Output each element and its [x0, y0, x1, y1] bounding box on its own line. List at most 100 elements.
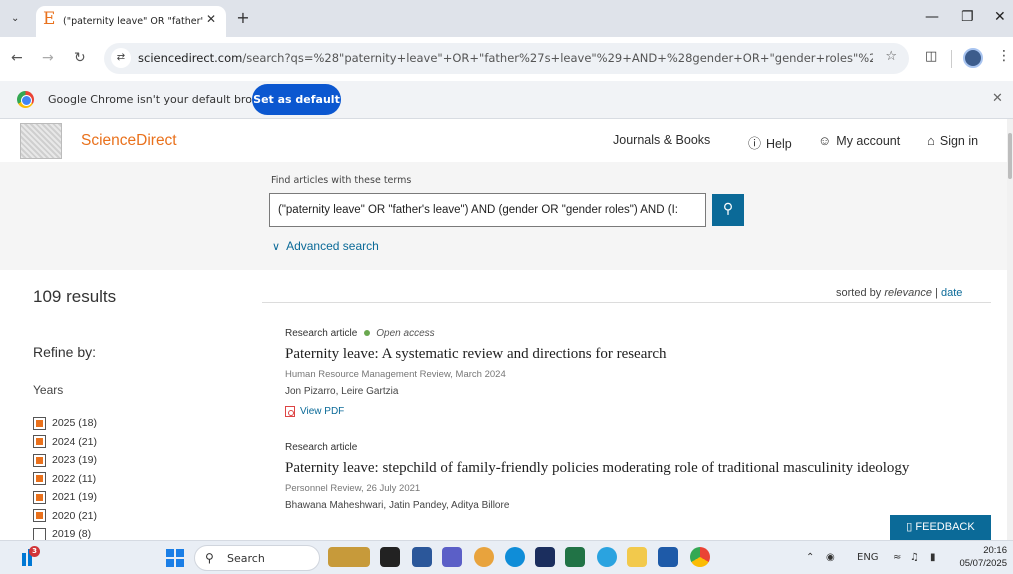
year-filter-2024[interactable]: 2024 (21) [33, 433, 97, 452]
search-button[interactable]: ⚲ [712, 194, 744, 226]
year-filter-2021[interactable]: 2021 (19) [33, 488, 97, 507]
edge-icon[interactable] [505, 547, 525, 567]
forward-arrow-icon[interactable]: → [42, 50, 54, 66]
windows-start-icon[interactable] [166, 549, 184, 567]
open-access-dot-icon [364, 330, 371, 336]
toolbar-divider [951, 50, 952, 68]
back-arrow-icon[interactable]: ← [11, 50, 23, 66]
word-icon[interactable] [412, 547, 432, 567]
scrollbar-thumb[interactable] [1008, 133, 1012, 179]
language-indicator[interactable]: ENG [857, 552, 879, 563]
help-link[interactable]: ⓘ Help [748, 133, 792, 152]
site-info-icon[interactable]: ⇄ [111, 48, 131, 68]
tab-close-icon[interactable]: ✕ [206, 12, 216, 26]
search-input[interactable]: ("paternity leave" OR "father's leave") … [269, 193, 706, 227]
checkbox[interactable] [33, 435, 46, 449]
clock-date: 05/07/2025 [959, 558, 1007, 569]
minimize-icon[interactable]: — [925, 9, 939, 25]
default-browser-infobar: Google Chrome isn't your default browser… [0, 81, 1013, 119]
year-filter-2019[interactable]: 2019 (8) [33, 525, 97, 540]
taskbar-clock[interactable]: 20:16 05/07/2025 [955, 544, 1007, 570]
clock-time: 20:16 [983, 545, 1007, 556]
search-label: Find articles with these terms [271, 175, 412, 186]
extensions-icon[interactable]: ◫ [925, 49, 937, 64]
result-item: Research article Paternity leave: stepch… [285, 439, 985, 516]
checkbox[interactable] [33, 472, 46, 486]
tab-search-icon[interactable]: ⌄ [11, 13, 19, 24]
journals-books-link[interactable]: Journals & Books [613, 133, 710, 147]
results-count: 109 results [33, 287, 117, 306]
double-chevron-down-icon: ∨ [272, 241, 281, 253]
bookmark-star-icon[interactable]: ☆ [885, 49, 897, 64]
notification-badge: 3 [29, 546, 40, 557]
copilot-icon[interactable] [474, 547, 494, 567]
file-explorer-icon[interactable] [627, 547, 647, 567]
browser-tabstrip: ⌄ E ("paternity leave" OR "father's l ✕ … [0, 0, 1013, 37]
refine-title: Refine by: [33, 344, 97, 360]
checkbox[interactable] [33, 509, 46, 523]
chrome-menu-icon[interactable]: ⋮ [997, 48, 1011, 64]
reload-icon[interactable]: ↻ [74, 50, 86, 66]
years-filter-list: 2025 (18) 2024 (21) 2023 (19) 2022 (11) … [33, 414, 97, 540]
wifi-icon[interactable]: ≈ [893, 552, 901, 563]
institution-icon: ⌂ [927, 133, 935, 148]
url-text[interactable]: sciencedirect.com/search?qs=%28"paternit… [138, 51, 873, 65]
results-list: Research article Open access Paternity le… [285, 325, 985, 530]
chrome-taskbar-icon[interactable] [690, 547, 710, 567]
sort-date-link[interactable]: date [941, 287, 962, 299]
tray-chevron-icon[interactable]: ⌃ [806, 552, 814, 563]
sciencedirect-logo[interactable]: ScienceDirect [81, 132, 177, 150]
result-title-link[interactable]: Paternity leave: stepchild of family-fri… [285, 460, 985, 480]
advanced-search-link[interactable]: ∨ Advanced search [272, 239, 379, 253]
result-source[interactable]: Human Resource Management Review, March … [285, 369, 985, 384]
battery-icon[interactable]: ▮ [930, 552, 936, 563]
result-source[interactable]: Personnel Review, 26 July 2021 [285, 483, 985, 498]
taskbar-search[interactable]: ⚲ Search [194, 545, 320, 571]
checkbox[interactable] [33, 527, 46, 540]
elsevier-favicon-icon: E [43, 9, 56, 29]
feedback-button[interactable]: ▯ FEEDBACK [890, 515, 991, 540]
telegram-icon[interactable] [597, 547, 617, 567]
results-divider [262, 302, 991, 303]
news-widget-icon[interactable] [328, 547, 370, 567]
pdf-icon [285, 405, 295, 417]
app-icon[interactable] [535, 547, 555, 567]
search-panel: Find articles with these terms ("paterni… [0, 162, 1007, 270]
checkbox[interactable] [33, 416, 46, 430]
task-view-icon[interactable] [380, 547, 400, 567]
result-title-link[interactable]: Paternity leave: A systematic review and… [285, 346, 985, 366]
page-scrollbar[interactable] [1007, 119, 1013, 540]
person-icon: ☺ [818, 133, 832, 148]
volume-icon[interactable]: ♫ [910, 552, 919, 563]
checkbox[interactable] [33, 490, 46, 504]
new-tab-icon[interactable]: + [233, 8, 253, 28]
result-authors: Jon Pizarro, Leire Gartzia [285, 386, 399, 397]
year-filter-2020[interactable]: 2020 (21) [33, 507, 97, 526]
year-filter-2022[interactable]: 2022 (11) [33, 470, 97, 489]
infobar-close-icon[interactable]: ✕ [992, 91, 1003, 106]
view-pdf-link[interactable]: View PDF [285, 403, 985, 419]
sign-in-link[interactable]: ⌂ Sign in [927, 133, 978, 148]
sort-relevance[interactable]: relevance [884, 287, 932, 299]
article-type: Research article [285, 441, 358, 453]
infobar-message: Google Chrome isn't your default browser [48, 93, 278, 106]
browser-tab[interactable]: E ("paternity leave" OR "father's l ✕ [36, 6, 226, 37]
tray-app-icon[interactable]: ◉ [826, 552, 835, 563]
tab-title: ("paternity leave" OR "father's l [63, 16, 203, 27]
window-close-icon[interactable]: ✕ [994, 9, 1006, 25]
profile-avatar-icon[interactable] [963, 48, 983, 68]
teams-icon[interactable] [442, 547, 462, 567]
elsevier-tree-logo[interactable] [20, 123, 62, 159]
my-account-link[interactable]: ☺ My account [818, 133, 900, 148]
checkbox[interactable] [33, 453, 46, 467]
search-icon: ⚲ [722, 201, 734, 217]
article-type: Research article Open access [285, 327, 435, 339]
year-filter-2023[interactable]: 2023 (19) [33, 451, 97, 470]
restore-icon[interactable]: ❐ [961, 9, 974, 25]
store-icon[interactable] [658, 547, 678, 567]
excel-icon[interactable] [565, 547, 585, 567]
widgets-icon[interactable]: 3 [20, 546, 42, 568]
set-as-default-button[interactable]: Set as default [252, 84, 341, 115]
address-bar[interactable]: ⇄ sciencedirect.com/search?qs=%28"patern… [104, 43, 909, 74]
year-filter-2025[interactable]: 2025 (18) [33, 414, 97, 433]
